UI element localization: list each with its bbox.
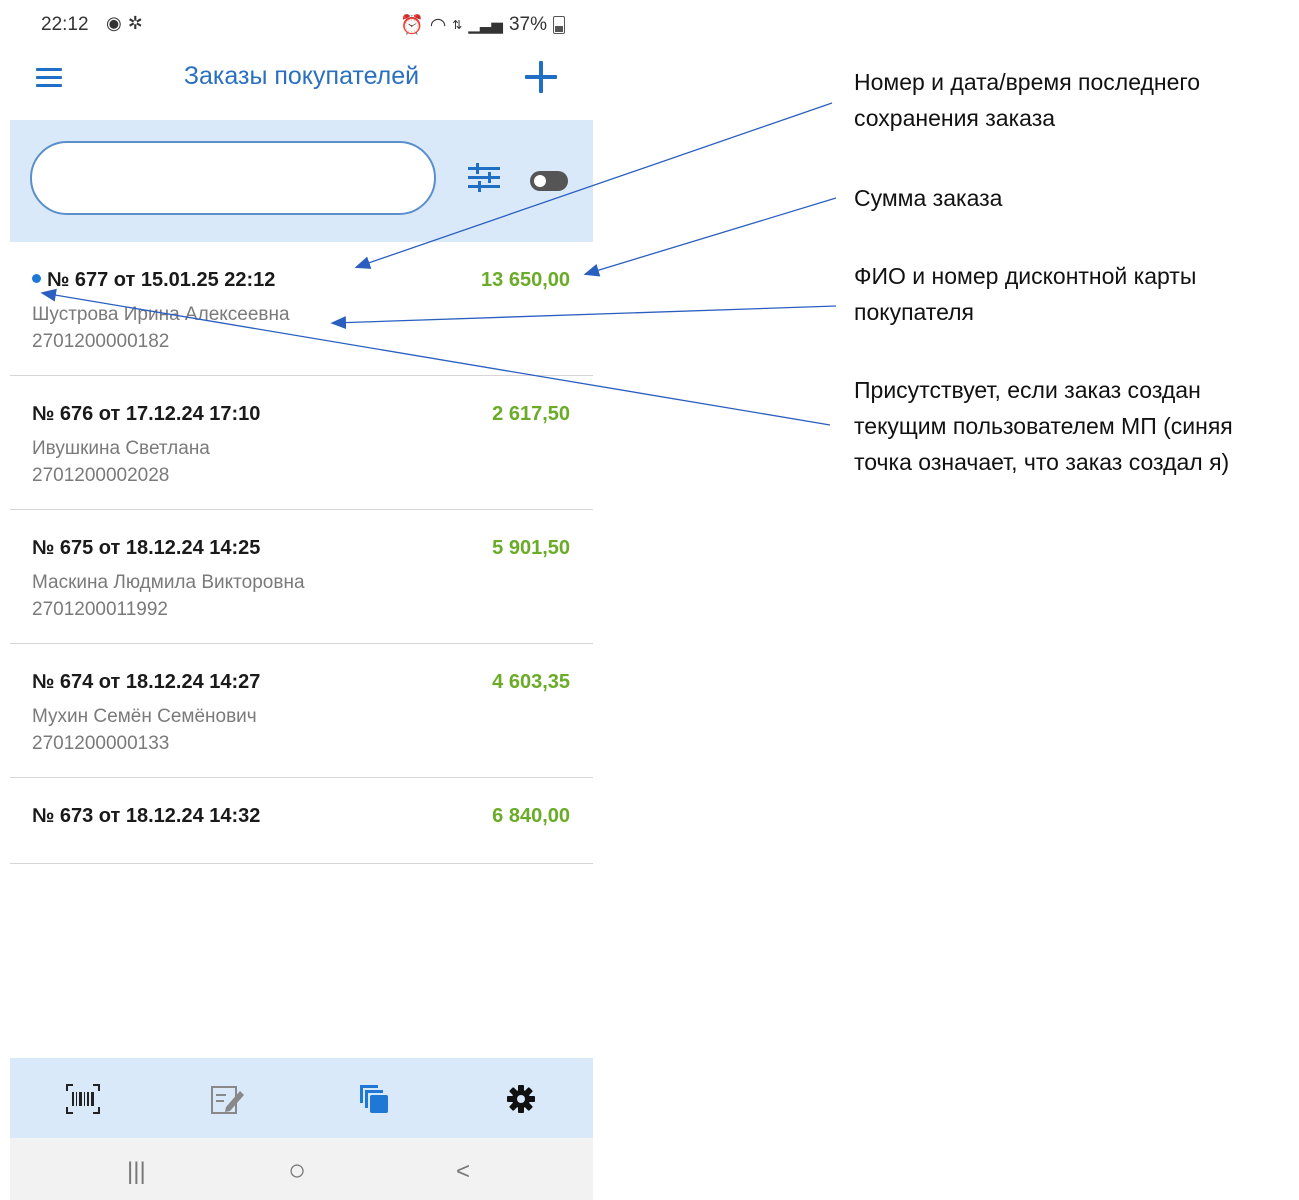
search-input[interactable] — [30, 141, 436, 215]
order-customer: Ивушкина Светлана — [32, 438, 210, 459]
order-row[interactable]: № 673 от 18.12.24 14:32 6 840,00 — [10, 778, 593, 864]
order-amount: 6 840,00 — [492, 805, 570, 827]
order-title-text: № 677 от 15.01.25 22:12 — [47, 269, 276, 291]
order-title: № 677 от 15.01.25 22:12 — [32, 269, 275, 292]
filter-sliders-icon[interactable] — [466, 163, 502, 193]
toggle-knob — [534, 175, 546, 187]
system-nav: ||| ○ < — [10, 1138, 593, 1200]
order-list: № 677 от 15.01.25 22:12 13 650,00 Шустро… — [10, 242, 593, 864]
recents-button[interactable]: ||| — [127, 1158, 146, 1186]
arrow-amount — [583, 197, 837, 277]
order-row[interactable]: № 675 от 18.12.24 14:25 5 901,50 Маскина… — [10, 510, 593, 644]
status-right: ⏰ ◠ ⇅ ▁▃▅ 37% — [400, 13, 565, 37]
wifi-icon: ◠ — [429, 14, 447, 36]
home-button[interactable]: ○ — [288, 1154, 306, 1188]
order-title: № 676 от 17.12.24 17:10 — [32, 403, 261, 425]
order-amount: 2 617,50 — [492, 403, 570, 425]
status-bar: 22:12 ◉✲ ⏰ ◠ ⇅ ▁▃▅ 37% — [10, 0, 593, 50]
order-title: № 675 от 18.12.24 14:25 — [32, 537, 261, 559]
order-row[interactable]: № 676 от 17.12.24 17:10 2 617,50 Ивушкин… — [10, 376, 593, 510]
app-bar: Заказы покупателей — [10, 52, 593, 108]
order-card-number: 2701200011992 — [32, 599, 168, 620]
order-customer: Маскина Людмила Викторовна — [32, 572, 305, 593]
order-title: № 674 от 18.12.24 14:27 — [32, 671, 261, 693]
plus-icon[interactable] — [525, 61, 557, 93]
back-button[interactable]: < — [456, 1158, 470, 1186]
order-row[interactable]: № 677 от 15.01.25 22:12 13 650,00 Шустро… — [10, 242, 593, 376]
order-card-number: 2701200000182 — [32, 331, 170, 352]
whatsapp-icon: ◉ — [106, 13, 128, 33]
status-time: 22:12 — [41, 14, 89, 35]
settings-icon: ✲ — [127, 13, 149, 33]
signal-icon: ▁▃▅ — [468, 17, 503, 34]
annotation-customer: ФИО и номер дисконтной карты покупателя — [854, 263, 1197, 325]
edit-note-icon[interactable] — [210, 1083, 246, 1115]
annotation-amount: Сумма заказа — [854, 185, 1003, 211]
status-left-icons: ◉✲ — [106, 13, 149, 34]
order-customer: Мухин Семён Семёнович — [32, 706, 257, 727]
annotation-own-dot: Присутствует, если заказ создан текущим … — [854, 377, 1233, 475]
settings-gear-icon[interactable] — [503, 1083, 539, 1115]
order-customer: Шустрова Ирина Алексеевна — [32, 304, 290, 325]
order-amount: 5 901,50 — [492, 537, 570, 559]
copy-stack-icon[interactable] — [358, 1083, 394, 1115]
own-order-dot-icon — [32, 274, 41, 284]
order-row[interactable]: № 674 от 18.12.24 14:27 4 603,35 Мухин С… — [10, 644, 593, 778]
battery-icon — [553, 16, 565, 34]
order-amount: 4 603,35 — [492, 671, 570, 693]
order-title: № 673 от 18.12.24 14:32 — [32, 805, 261, 827]
order-card-number: 2701200002028 — [32, 465, 170, 486]
bottom-nav — [10, 1058, 593, 1138]
order-amount: 13 650,00 — [481, 269, 570, 291]
toggle-switch[interactable] — [530, 171, 568, 191]
page-title: Заказы покупателей — [183, 62, 420, 90]
data-icon: ⇅ — [452, 18, 463, 32]
search-panel — [10, 120, 593, 242]
battery-percent: 37% — [508, 14, 547, 35]
order-card-number: 2701200000133 — [32, 733, 170, 754]
barcode-scanner-icon[interactable] — [65, 1083, 101, 1115]
alarm-icon: ⏰ — [400, 15, 424, 36]
phone-screen: 22:12 ◉✲ ⏰ ◠ ⇅ ▁▃▅ 37% Заказы покупателе… — [10, 0, 593, 1200]
annotation-number-date: Номер и дата/время последнего сохранения… — [854, 69, 1201, 131]
